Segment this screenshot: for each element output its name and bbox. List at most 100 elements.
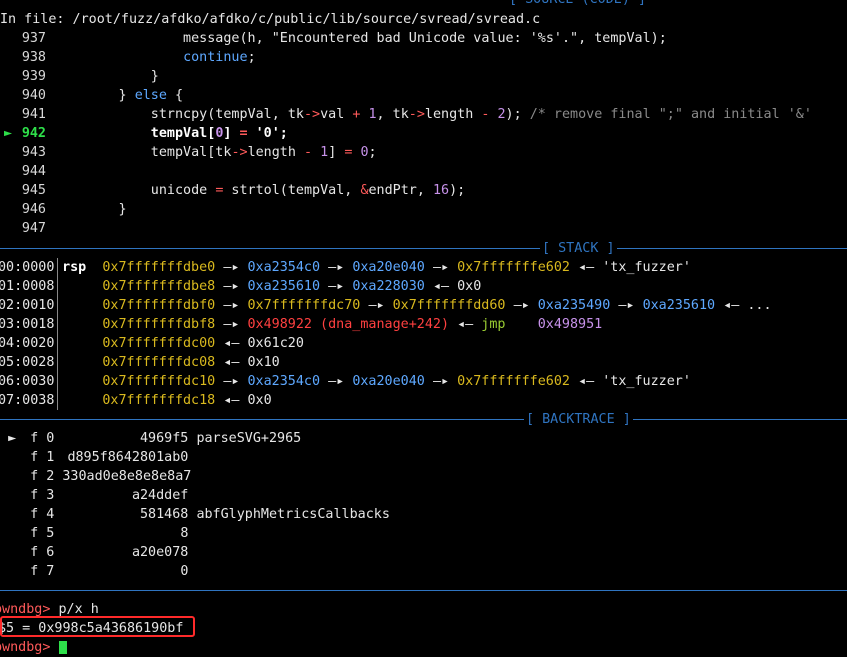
stack-address: 0x7fffffffdbf8	[102, 317, 216, 332]
stack-offset: 06:0030	[0, 374, 55, 389]
stack-value: ◂— 0x61c20	[223, 336, 304, 351]
stack-address: 0x7fffffffdbe8	[102, 279, 216, 294]
console-prompt: pwndbg>	[0, 602, 51, 617]
frame-symbol: parseSVG+2965	[196, 431, 302, 446]
source-line-current: ► 942 tempVal[0] = '0';	[0, 124, 847, 143]
source-line: 937 message(h, "Encountered bad Unicode …	[0, 29, 847, 48]
code-text: message(h, "Encountered bad Unicode valu…	[46, 31, 667, 46]
source-line: 944	[0, 162, 847, 181]
frame-index: f 2	[30, 469, 55, 484]
stack-address: 0x7fffffffdc10	[102, 374, 216, 389]
stack-offset: 07:0038	[0, 393, 55, 408]
stack-row: 03:0018 0x7fffffffdbf8 —▸ 0x498922 (dna_…	[0, 317, 603, 332]
backtrace-frame: f 4 581468 abfGlyphMetricsCallbacks	[0, 505, 847, 524]
stack-section-header: [ STACK ]	[0, 239, 847, 258]
source-line: 946 }	[0, 200, 847, 219]
frame-index: f 3	[30, 488, 55, 503]
frame-index: f 7	[30, 564, 55, 579]
frame-address: 4969f5	[140, 431, 189, 446]
stack-address: 0x7fffffffdc08	[102, 355, 216, 370]
code-text: strncpy(tempVal, tk->val + 1, tk->length…	[46, 107, 812, 122]
source-section-header: [ SOURCE (CODE) ]	[0, 0, 847, 9]
source-line: 940 } else {	[0, 86, 847, 105]
console-prompt: pwndbg>	[0, 640, 51, 655]
line-number: 945	[21, 183, 46, 198]
stack-offset: 04:0020	[0, 336, 55, 351]
frame-address: 8	[180, 526, 189, 541]
frame-address: 330ad0e8e8e8e8a7	[62, 469, 192, 484]
stack-offset: 01:0008	[0, 279, 55, 294]
frame-index: f 5	[30, 526, 55, 541]
console-command: p/x h	[50, 602, 99, 617]
stack-offset: 00:0000	[0, 260, 55, 275]
stack-address: 0x7fffffffdc18	[102, 393, 216, 408]
stack-value: ◂— 0x0	[223, 393, 272, 408]
code-text: continue;	[183, 50, 256, 65]
frame-address: 0	[180, 564, 189, 579]
stack-header-label: [ STACK ]	[540, 239, 617, 258]
terminal-cursor[interactable]	[58, 640, 67, 654]
frame-index: f 0	[30, 431, 55, 446]
code-text: unicode = strtol(tempVal, &endPtr, 16);	[46, 183, 466, 198]
stack-row: 07:0038 0x7fffffffdc18 ◂— 0x0	[0, 391, 845, 410]
line-number: 943	[21, 145, 46, 160]
source-line: 947	[0, 219, 847, 238]
line-number: 940	[21, 88, 46, 103]
source-line: 938 continue;	[0, 48, 847, 67]
line-number: 939	[21, 69, 46, 84]
stack-offset: 02:0010	[0, 298, 55, 313]
code-text: } else {	[46, 88, 184, 103]
stack-row: 06:0030 0x7fffffffdc10 —▸ 0xa2354c0 —▸ 0…	[0, 374, 691, 389]
stack-row: 04:0020 0x7fffffffdc00 ◂— 0x61c20	[0, 334, 845, 353]
current-line-marker: ►	[4, 126, 13, 141]
stack-offset: 03:0018	[0, 317, 55, 332]
backtrace-frame: ► f 0 4969f5 parseSVG+2965	[0, 429, 847, 448]
stack-offset: 05:0028	[0, 355, 55, 370]
code-text: tempVal[0] = '0';	[46, 126, 288, 141]
backtrace-frame: f 5 8	[0, 524, 847, 543]
stack-register: rsp	[62, 260, 87, 275]
backtrace-section-header: [ BACKTRACE ]	[0, 410, 847, 429]
stack-row: 02:0010 0x7fffffffdbf0 —▸ 0x7fffffffdc70…	[0, 298, 772, 313]
frame-index: f 4	[30, 507, 55, 522]
source-line: 939 }	[0, 67, 847, 86]
console-input-line[interactable]: pwndbg>	[0, 638, 841, 657]
stack-address: 0x7fffffffdbe0	[102, 260, 216, 275]
stack-row: 00:0000 rsp 0x7fffffffdbe0 —▸ 0xa2354c0 …	[0, 260, 691, 275]
frame-address: a20e078	[131, 545, 189, 560]
backtrace-frame: f 7 0	[0, 562, 847, 581]
line-number: 946	[21, 202, 46, 217]
line-number: 944	[21, 164, 46, 179]
stack-address: 0x7fffffffdbf0	[102, 298, 216, 313]
line-number: 938	[21, 50, 46, 65]
source-line: 941 strncpy(tempVal, tk->val + 1, tk->le…	[0, 105, 847, 124]
source-line: 943 tempVal[tk->length - 1] = 0;	[0, 143, 847, 162]
line-number: 947	[21, 221, 46, 236]
stack-address: 0x7fffffffdc00	[102, 336, 216, 351]
frame-marker: ►	[8, 431, 17, 446]
frame-address: a24ddef	[131, 488, 189, 503]
frame-symbol: abfGlyphMetricsCallbacks	[196, 507, 390, 522]
frame-index: f 6	[30, 545, 55, 560]
code-text: tempVal[tk->length - 1] = 0;	[46, 145, 377, 160]
backtrace-frame: f 3 a24ddef	[0, 486, 847, 505]
code-text: }	[46, 69, 159, 84]
frame-index: f 1	[30, 450, 55, 465]
frame-address: 581468	[140, 507, 189, 522]
backtrace-header-label: [ BACKTRACE ]	[524, 410, 633, 429]
line-number: 937	[21, 31, 46, 46]
backtrace-frame: f 6 a20e078	[0, 543, 847, 562]
section-footer-rule	[0, 581, 847, 600]
result-highlight-box	[0, 616, 195, 637]
code-text: }	[46, 202, 127, 217]
source-file-path: In file: /root/fuzz/afdko/afdko/c/public…	[0, 12, 541, 27]
stack-row: 01:0008 0x7fffffffdbe8 —▸ 0xa235610 —▸ 0…	[0, 279, 482, 294]
stack-row: 05:0028 0x7fffffffdc08 ◂— 0x10	[0, 353, 845, 372]
stack-value: ◂— 0x10	[223, 355, 280, 370]
frame-address: d895f8642801ab0	[67, 450, 189, 465]
backtrace-frame: f 1 d895f8642801ab0	[0, 448, 847, 467]
line-number: 941	[21, 107, 46, 122]
source-header-label: [ SOURCE (CODE) ]	[507, 0, 649, 9]
source-line: 945 unicode = strtol(tempVal, &endPtr, 1…	[0, 181, 847, 200]
backtrace-frame: f 2 330ad0e8e8e8e8a7	[0, 467, 847, 486]
